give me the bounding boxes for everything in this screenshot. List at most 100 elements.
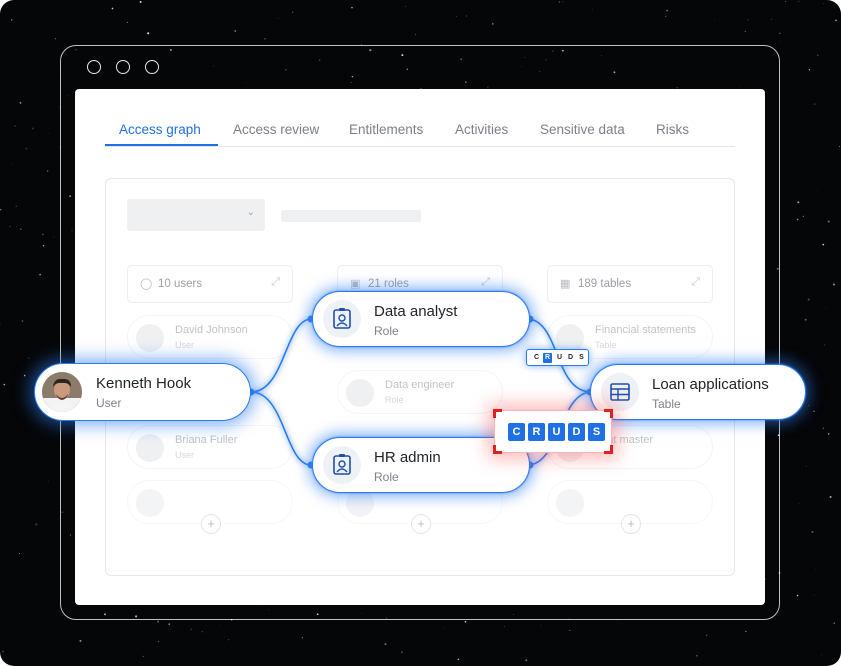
permission-share: S [579,354,584,361]
star [139,1,142,3]
chevron-down-icon: ⌄ [246,207,255,218]
permission-delete: D [568,423,585,441]
list-item-data-engineer[interactable]: Data engineer Role [337,370,503,414]
star [747,19,749,21]
permission-delete: D [567,354,574,361]
star [79,639,82,642]
star [0,208,2,211]
window-dot-2[interactable] [116,60,130,74]
star [696,654,698,657]
expand-icon[interactable]: ⤢ [691,276,700,289]
star [54,38,57,40]
permission-update: U [556,354,563,361]
star [503,626,505,627]
star [592,9,593,11]
app-window: Access graph Access review Entitlements … [75,89,765,605]
star [829,495,832,499]
star [823,3,824,4]
star [817,189,819,191]
star [569,629,571,631]
star [142,655,144,658]
star [805,465,807,467]
star [457,658,460,661]
star [3,383,6,386]
star [28,357,30,359]
star [42,245,45,247]
item-type: User [175,340,195,350]
role-icon [346,489,374,517]
table-icon: ▦ [560,278,571,290]
person-photo-icon [42,372,82,412]
list-item-david-johnson[interactable]: David Johnson User [127,315,293,359]
star [20,228,22,230]
tab-entitlements[interactable]: Entitlements [349,122,423,137]
star [277,18,279,19]
tab-sensitive-data[interactable]: Sensitive data [540,122,625,137]
selection-corner [493,445,502,454]
star [141,24,143,26]
list-item-briana-fuller[interactable]: Briana Fuller User [127,425,293,469]
item-title: Financial statements [595,324,696,336]
loading-placeholder [281,210,421,222]
permission-share: S [588,423,605,441]
star [665,15,667,17]
hr-admin-permissions-badge[interactable]: C R U D S [493,409,613,454]
role-icon: ▣ [350,278,361,290]
node-loan-applications[interactable]: Loan applications Table [590,364,806,420]
star [808,69,811,71]
star [292,11,294,13]
item-type: User [175,450,195,460]
avatar [42,372,82,412]
star [804,318,807,321]
users-column-header[interactable]: ◯ 10 users ⤢ [127,265,293,303]
star [525,659,528,662]
tables-count: 189 tables [578,278,632,290]
star [53,236,55,238]
star [797,201,800,204]
star [11,19,13,21]
star [833,622,835,624]
star [822,243,825,246]
star [785,1,787,3]
window-dot-1[interactable] [87,60,101,74]
tab-activities[interactable]: Activities [455,122,508,137]
star [201,631,203,633]
star [15,205,17,208]
star [796,594,799,597]
permission-read: R [528,423,545,441]
window-dot-3[interactable] [145,60,159,74]
node-kenneth-hook[interactable]: Kenneth Hook User [34,363,251,421]
star [824,344,826,346]
permission-create: C [533,354,540,361]
node-data-analyst[interactable]: Data analyst Role [312,291,530,347]
selection-corner [604,409,613,418]
tab-risks[interactable]: Risks [656,122,689,137]
star [415,34,416,36]
tables-column-header[interactable]: ▦ 189 tables ⤢ [547,265,713,303]
star [2,650,4,653]
star [802,215,804,217]
permission-read: R [543,353,552,363]
star [811,530,814,533]
star [798,503,800,504]
tab-access-graph[interactable]: Access graph [119,122,201,137]
star [666,9,668,12]
selection-corner [493,409,502,418]
star [819,118,821,119]
table-icon [556,324,584,352]
star [16,226,17,227]
filter-dropdown[interactable]: ⌄ [127,199,265,231]
data-analyst-permissions-badge[interactable]: C R U D S [526,349,589,366]
avatar [136,434,164,462]
expand-icon[interactable]: ⤢ [481,276,490,289]
star [35,523,38,526]
star [19,102,22,104]
node-title: HR admin [374,449,441,466]
table-icon [556,489,584,517]
add-user-button[interactable]: + [201,514,221,534]
add-role-button[interactable]: + [411,514,431,534]
expand-icon[interactable]: ⤢ [271,276,280,289]
add-table-button[interactable]: + [621,514,641,534]
tab-access-review[interactable]: Access review [233,122,319,137]
selection-corner [604,445,613,454]
